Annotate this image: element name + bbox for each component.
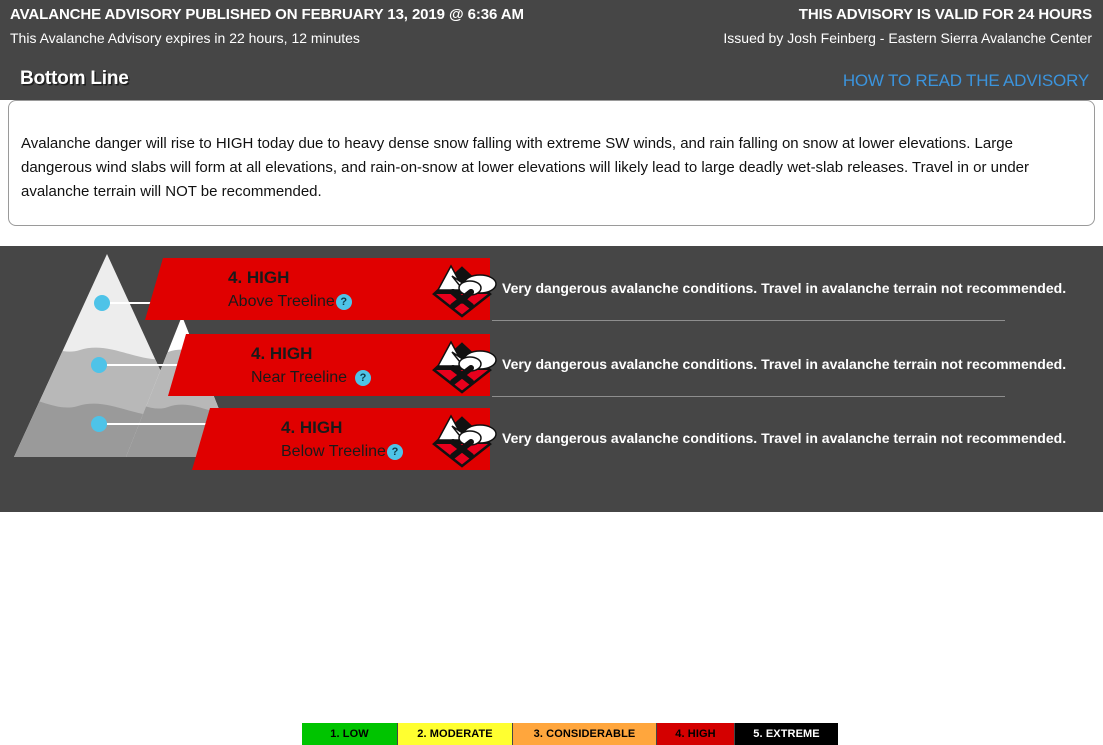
advisory-issued-by-text: Issued by Josh Feinberg - Eastern Sierra… [723, 30, 1092, 46]
help-question-icon[interactable]: ? [386, 444, 403, 460]
bottom-line-section-bar: Bottom Line HOW TO READ THE ADVISORY [0, 60, 1103, 100]
header-right-block: THIS ADVISORY IS VALID FOR 24 HOURS Issu… [723, 5, 1092, 48]
danger-elevation-label: Near Treeline? [251, 368, 372, 388]
danger-description-text: Very dangerous avalanche conditions. Tra… [502, 280, 1067, 296]
elevation-text: Above Treeline [228, 293, 335, 310]
advisory-header: AVALANCHE ADVISORY PUBLISHED ON FEBRUARY… [0, 0, 1103, 60]
bottom-line-panel: Avalanche danger will rise to HIGH today… [8, 100, 1095, 226]
danger-row-below-treeline[interactable]: 4. HIGH Below Treeline? Very dangerous a… [0, 408, 1066, 474]
advisory-published-title: AVALANCHE ADVISORY PUBLISHED ON FEBRUARY… [10, 6, 524, 23]
legend-item-3[interactable]: 3. CONSIDERABLE [513, 723, 657, 745]
bottom-line-text: Avalanche danger will rise to HIGH today… [21, 135, 1030, 200]
danger-rating-section: 4. HIGH Above Treeline? Very dangerous a… [0, 246, 1103, 745]
danger-elevation-label: Below Treeline? [281, 442, 403, 462]
help-question-icon[interactable]: ? [335, 294, 352, 310]
elevation-text: Below Treeline [281, 443, 386, 460]
row-separator [492, 396, 1005, 397]
danger-row-above-treeline[interactable]: 4. HIGH Above Treeline? Very dangerous a… [0, 258, 1066, 324]
legend-item-2[interactable]: 2. MODERATE [398, 723, 513, 745]
legend-item-4[interactable]: 4. HIGH [657, 723, 735, 745]
danger-description-text: Very dangerous avalanche conditions. Tra… [502, 430, 1067, 446]
page-title: Bottom Line [20, 68, 129, 89]
row-separator [492, 320, 1005, 321]
danger-elevation-label: Above Treeline? [228, 292, 352, 312]
advisory-validity-text: THIS ADVISORY IS VALID FOR 24 HOURS [798, 6, 1092, 23]
header-left-block: AVALANCHE ADVISORY PUBLISHED ON FEBRUARY… [10, 5, 524, 48]
legend-item-1[interactable]: 1. LOW [302, 723, 398, 745]
legend-item-5[interactable]: 5. EXTREME [735, 723, 838, 745]
danger-scale-legend: 1. LOW 2. MODERATE 3. CONSIDERABLE 4. HIGH 5… [302, 723, 838, 745]
how-to-read-advisory-link[interactable]: HOW TO READ THE ADVISORY [843, 71, 1089, 91]
danger-diamond-icon [432, 340, 497, 394]
danger-description-text: Very dangerous avalanche conditions. Tra… [502, 356, 1067, 372]
help-question-icon[interactable]: ? [355, 370, 372, 386]
danger-level-label: 4. HIGH [281, 418, 343, 437]
danger-row-near-treeline[interactable]: 4. HIGH Near Treeline? Very dangerous av… [0, 334, 1066, 400]
advisory-expires-text: This Avalanche Advisory expires in 22 ho… [10, 30, 360, 46]
danger-level-label: 4. HIGH [228, 268, 290, 287]
danger-rating-rows: 4. HIGH Above Treeline? Very dangerous a… [0, 246, 1066, 470]
danger-level-label: 4. HIGH [251, 344, 313, 363]
danger-diamond-icon [432, 414, 497, 468]
elevation-text: Near Treeline [251, 369, 348, 386]
danger-diamond-icon [432, 264, 497, 318]
